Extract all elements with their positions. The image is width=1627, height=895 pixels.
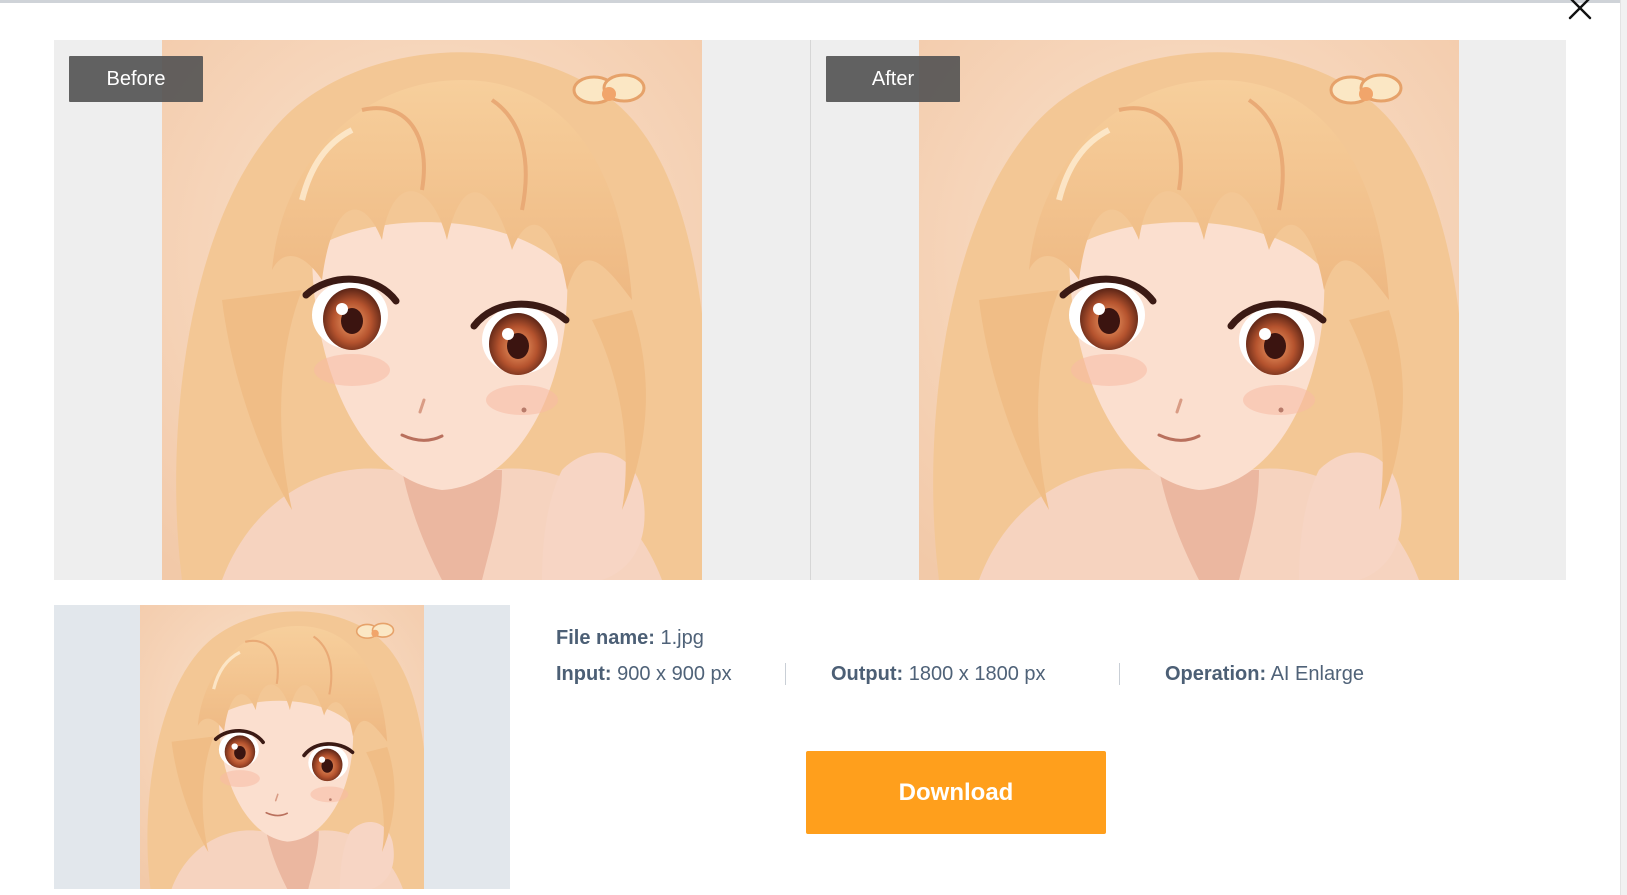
file-name-value: 1.jpg (660, 627, 704, 649)
top-border (0, 0, 1627, 3)
input-label: Input: (556, 663, 612, 685)
output-value: 1800 x 1800 px (908, 663, 1046, 685)
before-image (162, 40, 702, 580)
file-name-row: File name: 1.jpg (556, 625, 1364, 651)
before-pane[interactable]: Before (54, 40, 810, 580)
operation-value: AI Enlarge (1270, 663, 1364, 685)
output-label: Output: (831, 663, 904, 685)
divider (1119, 663, 1120, 685)
divider (785, 663, 786, 685)
output-size: Output: 1800 x 1800 px (831, 661, 1119, 687)
after-pane[interactable]: After (810, 40, 1566, 580)
file-details-row: Input: 900 x 900 px Output: 1800 x 1800 … (556, 661, 1364, 687)
after-label: After (826, 56, 960, 102)
operation: Operation: AI Enlarge (1165, 661, 1364, 687)
after-image (919, 40, 1459, 580)
thumbnail-preview (54, 605, 510, 889)
thumbnail-image (140, 605, 424, 889)
operation-label: Operation: (1165, 663, 1267, 685)
input-value: 900 x 900 px (617, 663, 732, 685)
file-info: File name: 1.jpg Input: 900 x 900 px Out… (556, 625, 1364, 687)
download-button[interactable]: Download (806, 751, 1106, 834)
scrollbar[interactable] (1620, 0, 1627, 895)
before-label: Before (69, 56, 203, 102)
close-button[interactable] (1566, 0, 1602, 24)
enlarge-result-dialog: Before After File name: 1.jpg Input: 900… (0, 0, 1627, 895)
file-name-label: File name: (556, 627, 655, 649)
input-size: Input: 900 x 900 px (556, 661, 785, 687)
close-icon (1568, 0, 1592, 20)
comparison-view: Before After (54, 40, 1566, 580)
